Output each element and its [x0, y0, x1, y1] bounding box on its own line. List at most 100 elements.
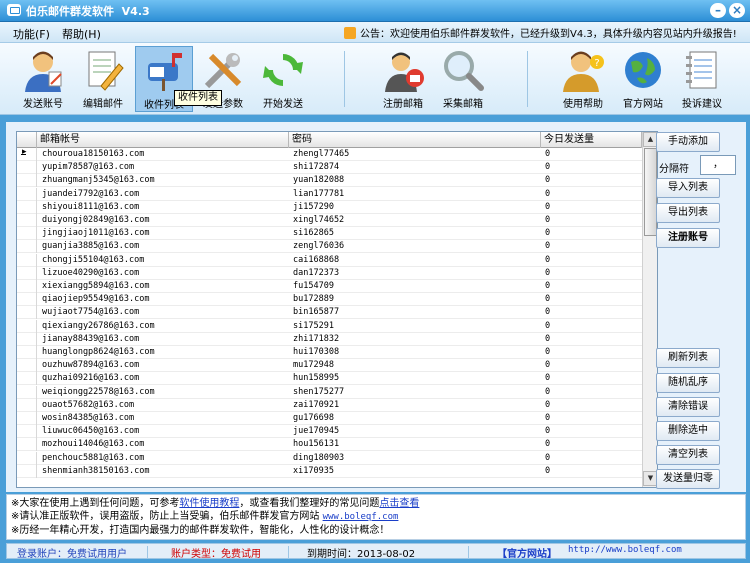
- table-row[interactable]: qiexiangy26786@163.com si175291 0: [17, 319, 642, 333]
- clear-list-button[interactable]: 清空列表: [656, 445, 720, 465]
- official-site-link[interactable]: www.boleqf.com: [323, 512, 399, 522]
- close-button[interactable]: ×: [729, 3, 745, 18]
- cell-sent-today: 0: [545, 426, 551, 437]
- table-row[interactable]: juandei7792@163.com lian177781 0: [17, 187, 642, 201]
- status-divider: [468, 546, 469, 558]
- tool-feedback[interactable]: 投诉建议: [673, 46, 731, 112]
- cell-sent-today: 0: [545, 360, 551, 371]
- separator-input[interactable]: ，: [700, 155, 736, 175]
- table-row[interactable]: ouaot57682@163.com zai170921 0: [17, 398, 642, 412]
- table-row[interactable]: chouroua18150163.com zhengl77465 0: [17, 147, 642, 161]
- refresh-list-button[interactable]: 刷新列表: [656, 348, 720, 368]
- table-row[interactable]: liuwuc06450@163.com jue170945 0: [17, 425, 642, 439]
- tool-send-account[interactable]: 发送账号: [14, 46, 72, 112]
- cell-sent-today: 0: [545, 386, 551, 397]
- cell-email: quzhai09216@163.com: [42, 373, 140, 384]
- cell-sent-today: 0: [545, 267, 551, 278]
- table-row[interactable]: duiyongj02849@163.com xingl74652 0: [17, 214, 642, 227]
- row-indicator-header: [17, 132, 37, 148]
- note-line: ※大家在使用上遇到任何问题，可参考软件使用教程，或查看我们整理好的常见问题点击查…: [11, 497, 741, 510]
- table-row[interactable]: weiqiongg22578@163.com shen175277 0: [17, 385, 642, 399]
- table-row[interactable]: chongji55104@163.com cai168868 0: [17, 253, 642, 267]
- tool-label: 编辑邮件: [83, 99, 123, 110]
- faq-link[interactable]: 点击查看: [379, 498, 419, 509]
- status-expiry: 到期时间：2013-08-02: [307, 549, 416, 560]
- cell-email: ouaot57682@163.com: [42, 399, 135, 410]
- table-row[interactable]: wujiaot7754@163.com bin165877 0: [17, 306, 642, 320]
- table-row[interactable]: jingjiaoj1011@163.com si162865 0: [17, 227, 642, 241]
- tool-start-send[interactable]: 开始发送: [254, 46, 312, 112]
- status-account-type: 账户类型：免费试用: [171, 549, 261, 560]
- delete-selected-button[interactable]: 删除选中: [656, 421, 720, 441]
- row-indicator: [17, 187, 37, 201]
- table-row[interactable]: lizuoe40290@163.com dan172373 0: [17, 266, 642, 280]
- refresh-send-icon: [261, 48, 305, 92]
- main-panel: 邮箱帐号 密码 今日发送量 chouroua18150163.com zhengl…: [6, 122, 746, 492]
- table-row[interactable]: jianay88439@163.com zhi171832 0: [17, 332, 642, 346]
- table-row[interactable]: mozhoui14046@163.com hou156131 0: [17, 438, 642, 452]
- cell-sent-today: 0: [545, 281, 551, 291]
- row-indicator: [17, 266, 37, 280]
- recipient-grid[interactable]: 邮箱帐号 密码 今日发送量 chouroua18150163.com zhengl…: [16, 131, 658, 488]
- row-indicator: [17, 438, 37, 452]
- cell-sent-today: 0: [545, 228, 551, 239]
- cell-sent-today: 0: [545, 294, 551, 305]
- table-row[interactable]: shiyoui8111@163.com ji157290 0: [17, 200, 642, 214]
- cell-sent-today: 0: [545, 452, 551, 463]
- column-header-password[interactable]: 密码: [289, 132, 541, 148]
- reset-send-count-button[interactable]: 发送量归零: [656, 469, 720, 489]
- cell-password: hun158995: [293, 373, 340, 384]
- register-account-button[interactable]: 注册账号: [656, 228, 720, 248]
- edit-document-icon: [81, 48, 125, 92]
- tool-help[interactable]: ? 使用帮助: [554, 46, 612, 112]
- column-header-email[interactable]: 邮箱帐号: [37, 132, 289, 148]
- cell-email: qiaojiep95549@163.com: [42, 294, 150, 305]
- tool-label: 采集邮箱: [443, 99, 483, 110]
- cell-sent-today: 0: [545, 465, 551, 476]
- tool-edit-mail[interactable]: 编辑邮件: [74, 46, 132, 112]
- cell-email: weiqiongg22578@163.com: [42, 386, 155, 397]
- table-row[interactable]: huanglongp8624@163.com hui170308 0: [17, 346, 642, 359]
- table-row[interactable]: penchouc5881@163.com ding180903 0: [17, 451, 642, 465]
- column-header-sent-today[interactable]: 今日发送量: [541, 132, 642, 148]
- table-row[interactable]: xiexiangg5894@163.com fu154709 0: [17, 280, 642, 293]
- import-list-button[interactable]: 导入列表: [656, 178, 720, 198]
- cell-password: fu154709: [293, 281, 334, 291]
- table-row[interactable]: yupim78587@163.com shi172874 0: [17, 161, 642, 175]
- menu-help[interactable]: 帮助(H): [62, 26, 101, 42]
- cell-email: shenmianh38150163.com: [42, 465, 150, 476]
- notes-panel: ※大家在使用上遇到任何问题，可参考软件使用教程，或查看我们整理好的常见问题点击查…: [6, 494, 746, 540]
- table-row[interactable]: wosin84385@163.com gu176698 0: [17, 412, 642, 425]
- tutorial-link[interactable]: 软件使用教程: [179, 498, 239, 509]
- table-row[interactable]: zhuangmanj5345@163.com yuan182088 0: [17, 174, 642, 188]
- status-site-url[interactable]: http://www.boleqf.com: [568, 545, 682, 555]
- clear-errors-button[interactable]: 清除错误: [656, 397, 720, 417]
- row-indicator: [17, 280, 37, 293]
- table-row[interactable]: qiaojiep95549@163.com bu172889 0: [17, 293, 642, 307]
- row-indicator: [17, 385, 37, 399]
- cell-sent-today: 0: [545, 215, 551, 225]
- table-row[interactable]: shenmianh38150163.com xi170935 0: [17, 464, 642, 478]
- export-list-button[interactable]: 导出列表: [656, 203, 720, 223]
- minimize-button[interactable]: –: [710, 3, 726, 18]
- table-row[interactable]: ouzhuw87894@163.com mu172948 0: [17, 359, 642, 373]
- cell-password: bu172889: [293, 294, 334, 305]
- title-bar[interactable]: 伯乐邮件群发软件 V4.3 – ×: [0, 0, 750, 22]
- current-row-icon: [17, 147, 37, 161]
- tool-official-site[interactable]: 官方网站: [614, 46, 672, 112]
- table-row[interactable]: quzhai09216@163.com hun158995 0: [17, 372, 642, 386]
- row-indicator: [17, 240, 37, 254]
- cell-email: juandei7792@163.com: [42, 188, 140, 199]
- row-indicator: [17, 174, 37, 188]
- cell-email: qiexiangy26786@163.com: [42, 320, 155, 331]
- manual-add-button[interactable]: 手动添加: [656, 132, 720, 152]
- note-line: ※请认准正版软件，误用盗版，防止上当受骗，伯乐邮件群发官方网站 www.bole…: [11, 510, 741, 524]
- table-row[interactable]: guanjia3885@163.com zengl76036 0: [17, 240, 642, 254]
- menu-function[interactable]: 功能(F): [13, 26, 50, 42]
- cell-password: si162865: [293, 228, 334, 239]
- cell-sent-today: 0: [545, 175, 551, 186]
- tool-register-mail[interactable]: 注册邮箱: [374, 46, 432, 112]
- cell-password: hui170308: [293, 347, 340, 357]
- shuffle-button[interactable]: 随机乱序: [656, 373, 720, 393]
- tool-collect-mail[interactable]: 采集邮箱: [434, 46, 492, 112]
